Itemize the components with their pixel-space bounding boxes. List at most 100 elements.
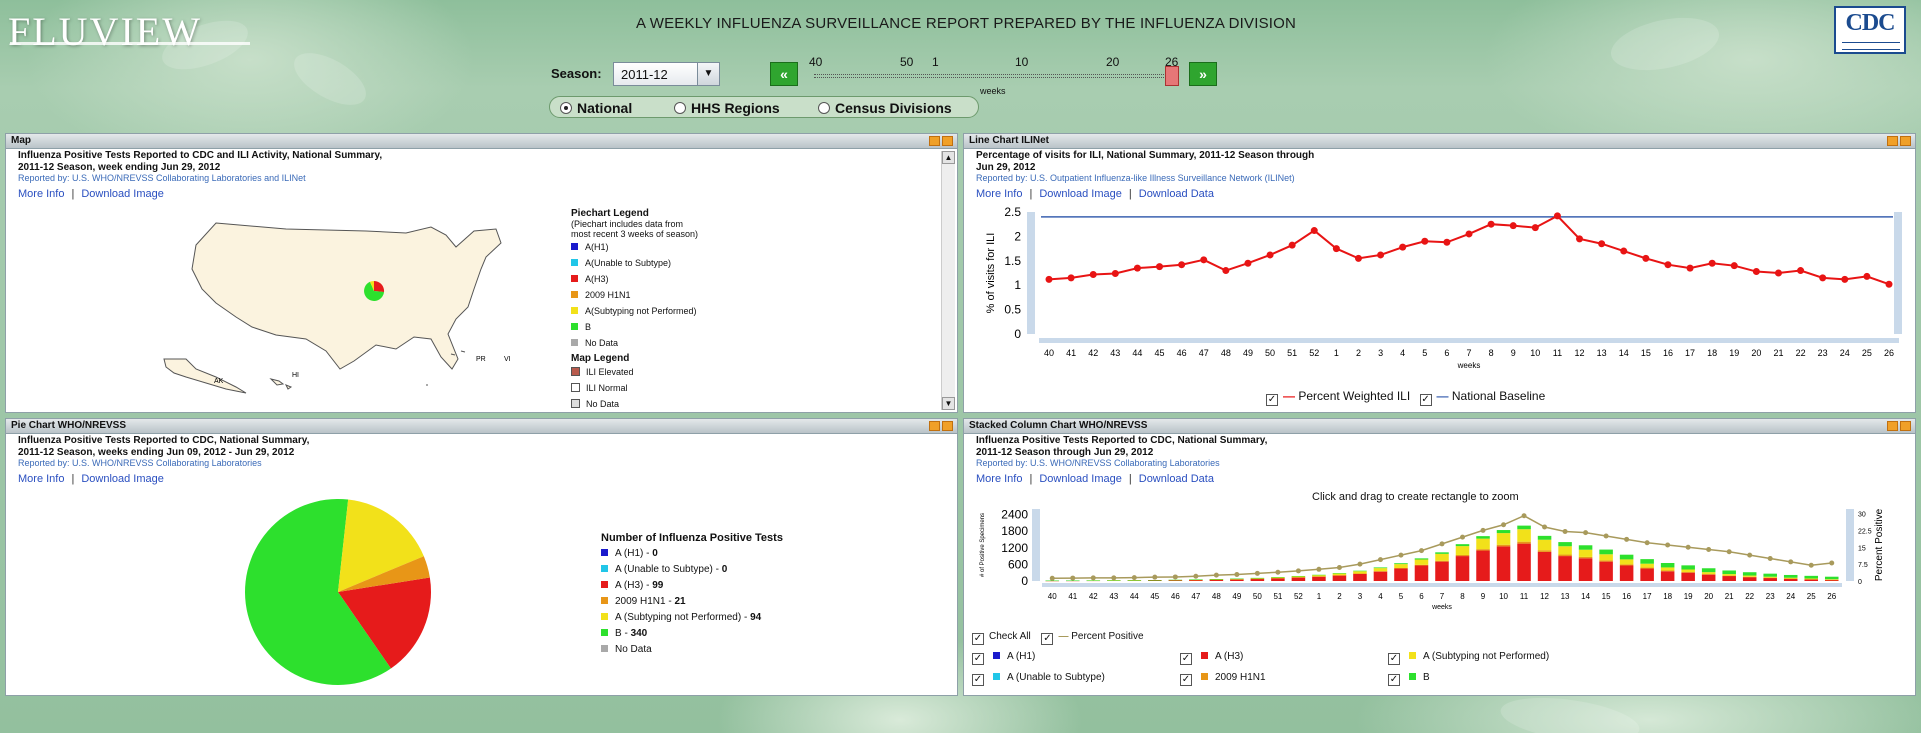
map-legend-label: ILI Elevated [586, 367, 634, 377]
pie-legend-title: Number of Influenza Positive Tests [601, 532, 783, 544]
radio-census-divisions[interactable]: Census Divisions [818, 99, 952, 117]
x-tick-label: 52 [1294, 592, 1303, 601]
series-swatch [1201, 652, 1208, 659]
radio-national[interactable]: National [560, 99, 632, 117]
legend-swatch [571, 339, 578, 346]
download-image-link[interactable]: Download Image [81, 188, 164, 200]
zoom-hint: Click and drag to create rectangle to zo… [1312, 491, 1519, 503]
percent-positive-point [1624, 536, 1630, 542]
y2-axis-band [1846, 509, 1854, 581]
stacked-column-chart[interactable]: 060012001800240007.51522.530# of Positiv… [964, 503, 1914, 613]
series-checkbox[interactable]: ✓ [972, 653, 984, 665]
scroll-down-icon[interactable]: ▼ [942, 397, 955, 410]
radio-hhs-regions[interactable]: HHS Regions [674, 99, 780, 117]
minimize-icon[interactable] [929, 136, 940, 146]
x-tick-label: 41 [1068, 592, 1077, 601]
minimize-icon[interactable] [929, 421, 940, 431]
stacked-bar-segment [1722, 576, 1736, 581]
panel-header: Line Chart ILINet [964, 134, 1915, 149]
series-checkbox[interactable]: ✓ [1180, 674, 1192, 686]
ili-data-point [1774, 269, 1782, 277]
map-legend-item: ILI Elevated [571, 364, 791, 380]
slider-tick-label: 50 [900, 55, 914, 69]
panel-links: More Info | Download Image [6, 183, 957, 200]
page-footer-band [0, 700, 1921, 733]
cdc-logo[interactable]: CDC [1834, 6, 1906, 54]
series-checkbox[interactable]: ✓ [972, 674, 984, 686]
checkbox-percent-positive[interactable]: ✓ [1041, 633, 1054, 645]
percent-positive-point [1234, 571, 1240, 577]
series-checkbox[interactable]: ✓ [1388, 653, 1400, 665]
maximize-icon[interactable] [942, 421, 953, 431]
stacked-bar-segment [1230, 579, 1244, 580]
maximize-icon[interactable] [1900, 136, 1911, 146]
percent-positive-point [1788, 559, 1794, 565]
legend-swatch [601, 581, 608, 588]
series-label: 2009 H1N1 [1215, 672, 1266, 683]
checkbox-check-all[interactable]: ✓ [972, 633, 984, 645]
legend-swatch [601, 597, 608, 604]
slider-tick-label: 40 [809, 55, 823, 69]
more-info-link[interactable]: More Info [976, 473, 1022, 485]
ili-data-point [1863, 272, 1871, 280]
ili-data-point [1664, 261, 1672, 269]
map-legend-label: No Data [586, 399, 620, 409]
stacked-bar-segment [1537, 550, 1552, 552]
scrollbar[interactable]: ▲ ▼ [941, 151, 955, 410]
maximize-icon[interactable] [1900, 421, 1911, 431]
download-data-link[interactable]: Download Data [1139, 188, 1214, 200]
influenza-pie-chart[interactable] [216, 497, 466, 687]
stacked-bar-segment [1394, 567, 1408, 569]
legend-label: A(Subtyping not Performed) [585, 306, 697, 316]
chevron-down-icon[interactable]: ▼ [697, 63, 719, 85]
next-week-button[interactable]: » [1189, 62, 1217, 86]
stacked-bar-segment [1681, 565, 1695, 570]
ili-data-point [1752, 268, 1760, 276]
ili-data-point [1244, 259, 1252, 267]
more-info-link[interactable]: More Info [18, 473, 64, 485]
stacked-bar-segment [1291, 577, 1306, 581]
radio-unselected-icon[interactable] [674, 102, 686, 114]
radio-unselected-icon[interactable] [818, 102, 830, 114]
x-axis-band [1039, 338, 1899, 343]
stacked-bar-segment [1722, 570, 1736, 575]
download-image-link[interactable]: Download Image [1039, 473, 1122, 485]
download-data-link[interactable]: Download Data [1139, 473, 1214, 485]
ili-line-chart[interactable]: 00.511.522.5% of visits for ILI40 41 42 43 4… [964, 204, 1914, 379]
stacked-bar-segment [1681, 572, 1695, 581]
scroll-up-icon[interactable]: ▲ [942, 151, 955, 164]
stacked-bar-segment [1599, 561, 1613, 581]
x-tick-label: 25 [1807, 592, 1816, 601]
minimize-icon[interactable] [1887, 136, 1898, 146]
map-panel: Map Influenza Positive Tests Reported to… [5, 133, 958, 413]
season-select[interactable]: 2011-12 ▼ [613, 62, 720, 86]
legend-items: A(H1) A(Unable to Subtype) A(H3) 2009 H1N1 A… [571, 239, 791, 351]
reported-by: Reported by: U.S. WHO/NREVSS Collaborati… [18, 458, 262, 468]
maximize-icon[interactable] [942, 136, 953, 146]
percent-positive-point [1501, 522, 1507, 528]
us-map[interactable]: AK HI PR VI [156, 209, 536, 399]
ili-data-point [1067, 274, 1075, 282]
panel-title: Pie Chart WHO/NREVSS [11, 420, 127, 431]
radio-selected-icon[interactable] [560, 102, 572, 114]
minimize-icon[interactable] [1887, 421, 1898, 431]
pie-legend-item: B - 340 [601, 626, 783, 642]
x-tick-label: 42 [1088, 348, 1098, 358]
week-slider-track[interactable] [814, 74, 1176, 78]
map-legend-swatch [571, 399, 580, 408]
more-info-link[interactable]: More Info [976, 188, 1022, 200]
ili-data-point [1178, 261, 1186, 269]
download-image-link[interactable]: Download Image [1039, 188, 1122, 200]
previous-week-button[interactable]: « [770, 62, 798, 86]
series-checkbox[interactable]: ✓ [1180, 653, 1192, 665]
series-checkbox[interactable]: ✓ [1388, 674, 1400, 686]
stacked-bar-segment [1148, 580, 1162, 581]
checkbox-baseline[interactable]: ✓ [1419, 394, 1432, 406]
x-tick-label: 45 [1155, 348, 1165, 358]
checkbox-ili[interactable]: ✓ [1266, 394, 1278, 406]
more-info-link[interactable]: More Info [18, 188, 64, 200]
download-image-link[interactable]: Download Image [81, 473, 164, 485]
week-slider-handle[interactable] [1165, 66, 1179, 86]
percent-positive-point [1706, 547, 1712, 552]
season-label: Season: [551, 66, 602, 81]
